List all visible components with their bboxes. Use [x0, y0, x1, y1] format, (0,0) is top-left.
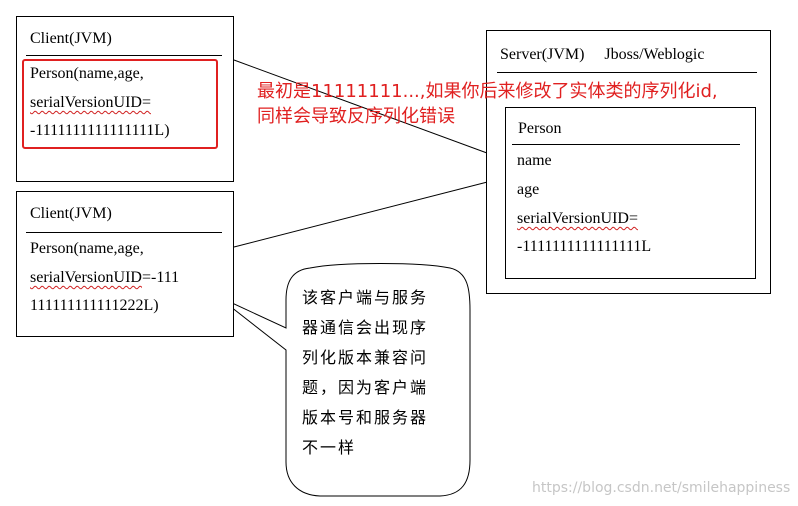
client2-person-line2: serialVersionUID=-111 [30, 270, 179, 286]
server-field-uid-value: -1111111111111111L [517, 238, 652, 255]
watermark: https://blog.csdn.net/smilehappiness [532, 480, 791, 496]
client1-title-divider [26, 55, 222, 56]
server-field-uid: serialVersionUID= [517, 210, 638, 227]
speech-bubble-text: 该客户端与服务 器通信会出现序 列化版本兼容问 题，因为客户端 版本号和服务器 … [302, 283, 462, 463]
annotation-line1: 最初是11111111...,如果你后来修改了实体类的序列化id, [257, 81, 718, 102]
server-person-box: Person name age serialVersionUID= -11111… [505, 107, 756, 279]
client2-title-divider [26, 232, 222, 233]
client2-person-line3: 111111111111222L) [30, 297, 159, 314]
connector-client2-server [233, 177, 504, 248]
bubble-line: 该客户端与服务 [302, 288, 429, 307]
client2-uid-label: serialVersionUID [30, 269, 142, 286]
client2-uid-prefix: =-111 [141, 269, 180, 286]
client2-box: Client(JVM) Person(name,age, serialVersi… [16, 191, 234, 337]
annotation-note: 最初是11111111...,如果你后来修改了实体类的序列化id, 同样会导致反… [257, 79, 718, 129]
bubble-line: 列化版本兼容问 [302, 348, 429, 367]
bubble-line: 题，因为客户端 [302, 378, 429, 397]
client1-title: Client(JVM) [30, 30, 112, 47]
server-title-divider [497, 72, 757, 73]
server-jvm-label: Server(JVM) [500, 46, 585, 63]
server-title: Server(JVM) Jboss/Weblogic [500, 47, 704, 63]
server-person-divider [512, 144, 740, 145]
client2-title: Client(JVM) [30, 205, 112, 222]
bubble-line: 器通信会出现序 [302, 318, 429, 337]
server-container-label: Jboss/Weblogic [604, 46, 705, 63]
annotation-line2: 同样会导致反序列化错误 [257, 106, 455, 127]
bubble-line: 不一样 [302, 438, 357, 457]
server-field-name: name [517, 152, 552, 169]
server-field-age: age [517, 181, 540, 198]
client1-highlight-frame [22, 59, 218, 149]
client2-person-line1: Person(name,age, [30, 240, 144, 257]
bubble-line: 版本号和服务器 [302, 408, 429, 427]
server-box: Server(JVM) Jboss/Weblogic Person name ag… [486, 30, 771, 294]
